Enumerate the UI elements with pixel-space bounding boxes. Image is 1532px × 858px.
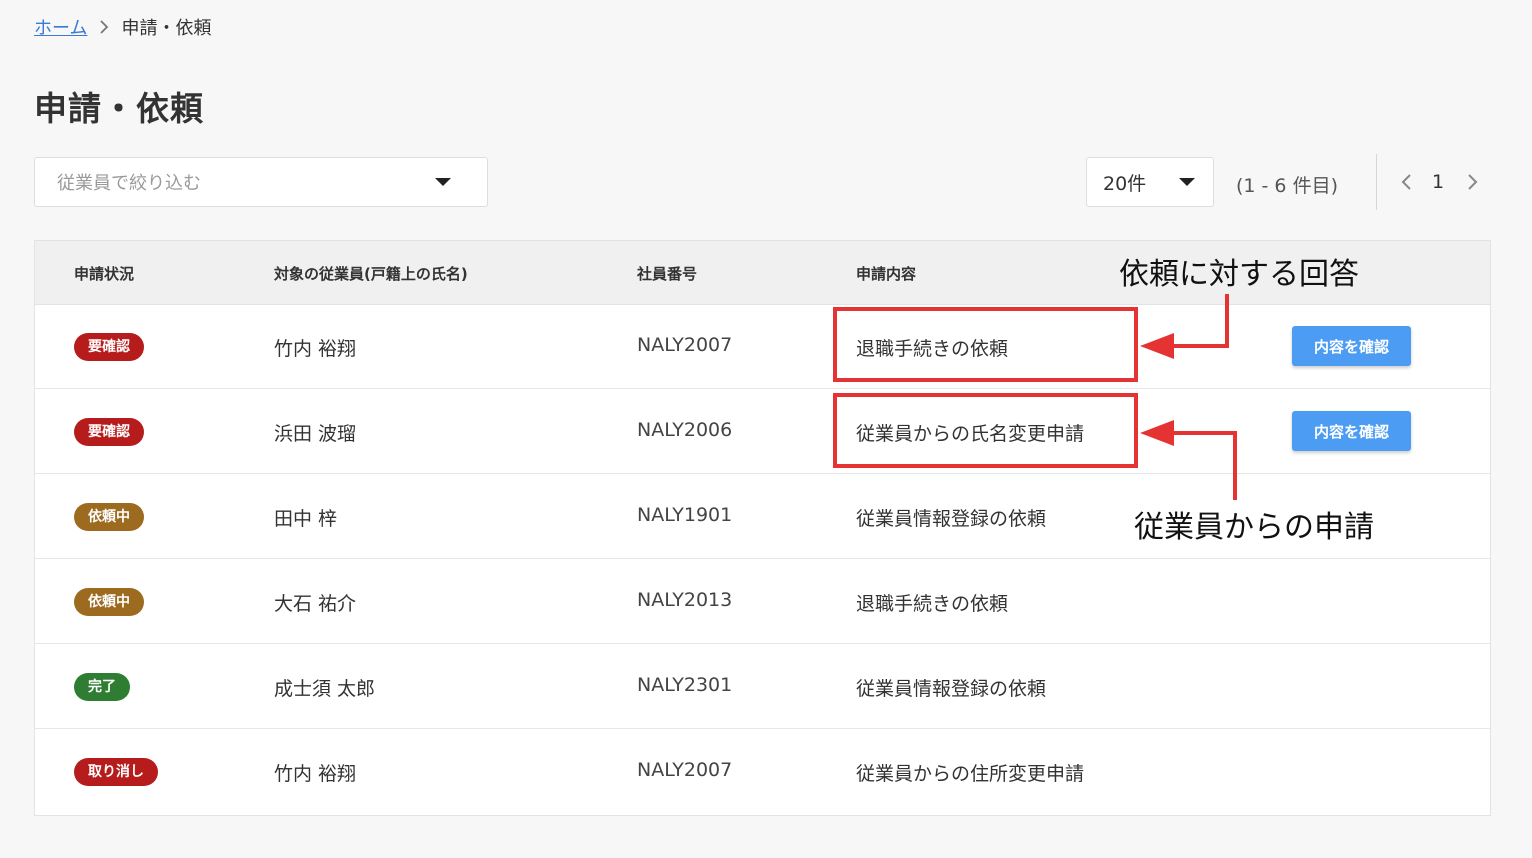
request-content: 従業員情報登録の依頼 bbox=[856, 678, 1047, 700]
pager-prev-button[interactable] bbox=[1396, 170, 1416, 194]
page-title: 申請・依頼 bbox=[34, 89, 204, 128]
employee-name: 竹内 裕翔 bbox=[274, 338, 357, 360]
column-header-employee-id: 社員番号 bbox=[637, 265, 698, 283]
status-badge: 依頼中 bbox=[74, 503, 144, 531]
breadcrumb: ホーム 申請・依頼 bbox=[34, 14, 211, 40]
pager-divider bbox=[1376, 154, 1377, 210]
column-header-status: 申請状況 bbox=[74, 265, 135, 283]
annotation-box-request bbox=[833, 307, 1138, 382]
pager-next-button[interactable] bbox=[1463, 170, 1483, 194]
result-range-text: (1 - 6 件目) bbox=[1236, 175, 1338, 197]
chevron-right-icon bbox=[1468, 174, 1478, 190]
employee-name: 成士須 太郎 bbox=[274, 678, 376, 700]
table-row: 依頼中 大石 祐介 NALY2013 退職手続きの依頼 bbox=[35, 559, 1490, 644]
employee-id: NALY2007 bbox=[637, 334, 733, 356]
breadcrumb-home-link[interactable]: ホーム bbox=[34, 14, 87, 40]
column-header-content: 申請内容 bbox=[856, 265, 917, 283]
table-row: 完了 成士須 太郎 NALY2301 従業員情報登録の依頼 bbox=[35, 644, 1490, 729]
employee-id: NALY2006 bbox=[637, 419, 733, 441]
breadcrumb-current: 申請・依頼 bbox=[121, 18, 212, 39]
request-content: 従業員情報登録の依頼 bbox=[856, 508, 1047, 530]
request-content: 退職手続きの依頼 bbox=[856, 593, 1009, 615]
view-details-button[interactable]: 内容を確認 bbox=[1292, 411, 1411, 451]
employee-id: NALY1901 bbox=[637, 504, 733, 526]
request-content: 従業員からの住所変更申請 bbox=[856, 763, 1085, 785]
employee-id: NALY2013 bbox=[637, 589, 733, 611]
employee-name: 竹内 裕翔 bbox=[274, 763, 357, 785]
status-badge: 要確認 bbox=[74, 333, 144, 361]
employee-filter-placeholder: 従業員で絞り込む bbox=[57, 173, 201, 194]
employee-name: 田中 梓 bbox=[274, 508, 338, 530]
status-badge: 依頼中 bbox=[74, 588, 144, 616]
employee-id: NALY2301 bbox=[637, 674, 733, 696]
employee-name: 大石 祐介 bbox=[274, 593, 357, 615]
table-row: 要確認 竹内 裕翔 NALY2007 退職手続きの依頼 内容を確認 bbox=[35, 304, 1490, 389]
annotation-label-employee-application: 従業員からの申請 bbox=[1134, 510, 1374, 545]
chevron-right-icon bbox=[99, 20, 109, 34]
caret-down-icon bbox=[435, 178, 451, 186]
caret-down-icon bbox=[1179, 178, 1195, 186]
view-details-button[interactable]: 内容を確認 bbox=[1292, 326, 1411, 366]
table-row: 取り消し 竹内 裕翔 NALY2007 従業員からの住所変更申請 bbox=[35, 729, 1490, 814]
annotation-box-application bbox=[833, 393, 1138, 468]
status-badge: 取り消し bbox=[74, 758, 158, 786]
employee-name: 浜田 波瑠 bbox=[274, 423, 357, 445]
status-badge: 要確認 bbox=[74, 418, 144, 446]
status-badge: 完了 bbox=[74, 673, 130, 701]
chevron-left-icon bbox=[1401, 174, 1411, 190]
per-page-select[interactable]: 20件 bbox=[1086, 157, 1214, 207]
pager-current-page[interactable]: 1 bbox=[1432, 171, 1444, 193]
employee-filter-select[interactable]: 従業員で絞り込む bbox=[34, 157, 488, 207]
employee-id: NALY2007 bbox=[637, 759, 733, 781]
annotation-label-request-response: 依頼に対する回答 bbox=[1119, 257, 1359, 292]
column-header-employee: 対象の従業員(戸籍上の氏名) bbox=[274, 265, 468, 283]
page: ホーム 申請・依頼 申請・依頼 従業員で絞り込む 20件 (1 - 6 件目) … bbox=[0, 0, 1532, 858]
table-row: 要確認 浜田 波瑠 NALY2006 従業員からの氏名変更申請 内容を確認 bbox=[35, 389, 1490, 474]
per-page-value: 20件 bbox=[1103, 172, 1147, 195]
